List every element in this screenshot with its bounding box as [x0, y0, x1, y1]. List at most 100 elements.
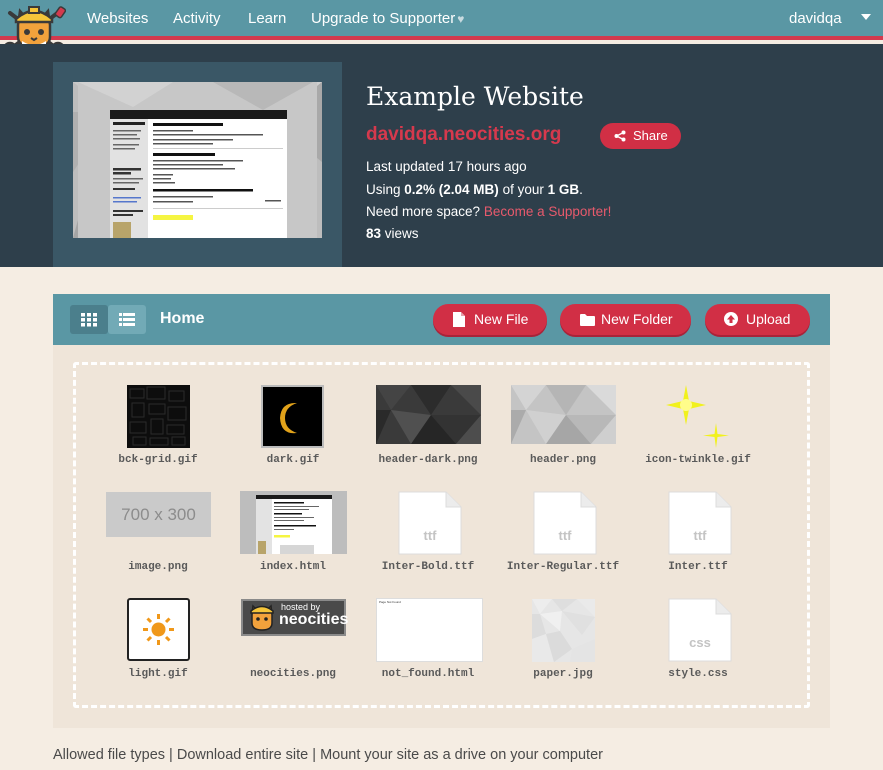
nav-upgrade[interactable]: Upgrade to Supporter ♥	[311, 10, 464, 27]
file-extension: ttf	[693, 528, 707, 543]
file-item[interactable]: hosted by neocities neocities.png	[228, 596, 358, 686]
heart-icon: ♥	[457, 12, 465, 26]
last-updated: Last updated 17 hours ago	[366, 159, 527, 174]
file-name: neocities.png	[250, 668, 336, 680]
grid-icon	[81, 313, 97, 327]
file-manager-toolbar: Home New File New Folder Upload	[53, 294, 830, 345]
file-item[interactable]: ttf Inter-Bold.ttf	[363, 489, 493, 579]
file-name: Inter.ttf	[668, 561, 728, 573]
share-icon	[614, 130, 626, 142]
nav-activity[interactable]: Activity	[173, 10, 221, 27]
more-space: Need more space? Become a Supporter!	[366, 204, 612, 219]
file-thumbnail	[666, 385, 730, 449]
footer-links: Allowed file types | Download entire sit…	[53, 747, 603, 763]
download-site-link[interactable]: Download entire site	[177, 747, 308, 763]
nav-learn[interactable]: Learn	[248, 10, 286, 27]
sun-icon	[143, 614, 174, 645]
file-thumbnail	[127, 385, 190, 448]
site-title: Example Website	[366, 82, 584, 111]
file-name: header.png	[529, 454, 596, 466]
index-page-preview	[240, 491, 347, 554]
file-item[interactable]: icon-twinkle.gif	[633, 382, 763, 472]
dark-header-image	[376, 385, 481, 444]
site-url-link[interactable]: davidqa.neocities.org	[366, 124, 561, 146]
file-name: paper.jpg	[533, 668, 593, 680]
file-thumbnail: Page Not Found	[376, 598, 483, 662]
file-name: light.gif	[128, 668, 188, 680]
mount-drive-link[interactable]: Mount your site as a drive on your compu…	[320, 747, 603, 763]
file-thumbnail	[376, 385, 481, 444]
site-screenshot-card[interactable]	[53, 62, 342, 267]
badge-neocities: neocities	[279, 611, 349, 628]
top-nav: Websites Activity Learn Upgrade to Suppo…	[0, 0, 883, 40]
file-item[interactable]: dark.gif	[228, 382, 358, 472]
css-file-icon: css	[668, 598, 732, 662]
ttf-file-icon: ttf	[668, 491, 732, 555]
neocities-badge-image: hosted by neocities	[241, 599, 349, 636]
file-item[interactable]: Page Not Found not_found.html	[363, 596, 493, 686]
file-name: header-dark.png	[378, 454, 478, 466]
file-thumbnail	[261, 385, 324, 448]
nav-upgrade-label: Upgrade to Supporter	[311, 10, 456, 27]
light-header-image	[511, 385, 616, 444]
file-thumbnail	[127, 598, 190, 661]
file-extension: ttf	[423, 528, 437, 543]
file-extension: ttf	[558, 528, 572, 543]
user-menu[interactable]: davidqa	[789, 10, 842, 27]
chevron-down-icon[interactable]	[861, 14, 871, 20]
file-item[interactable]: paper.jpg	[498, 596, 628, 686]
file-thumbnail	[240, 491, 347, 554]
file-item[interactable]: light.gif	[93, 596, 223, 686]
file-thumbnail	[511, 385, 616, 444]
file-name: bck-grid.gif	[118, 454, 198, 466]
file-item[interactable]: ttf Inter.ttf	[633, 489, 763, 579]
site-header: Example Website davidqa.neocities.org Sh…	[0, 44, 883, 267]
site-screenshot[interactable]	[73, 82, 322, 238]
allowed-file-types-link[interactable]: Allowed file types	[53, 747, 165, 763]
site-preview-image	[73, 82, 322, 238]
file-item[interactable]: 700 x 300 image.png	[93, 489, 223, 579]
file-name: icon-twinkle.gif	[645, 454, 751, 466]
moon-icon	[280, 402, 297, 434]
file-item[interactable]: header.png	[498, 382, 628, 472]
not-found-preview-text: Page Not Found	[379, 600, 401, 604]
file-name: dark.gif	[266, 454, 320, 466]
file-item[interactable]: index.html	[228, 489, 358, 579]
breadcrumb[interactable]: Home	[160, 310, 204, 328]
file-item[interactable]: bck-grid.gif	[93, 382, 223, 472]
file-thumbnail	[532, 599, 595, 662]
storage-usage-value: 0.2% (2.04 MB)	[404, 182, 499, 197]
become-supporter-link[interactable]: Become a Supporter!	[484, 204, 612, 219]
twinkle-star-icon	[666, 385, 729, 448]
grid-pattern-image	[129, 386, 187, 446]
file-item[interactable]: ttf Inter-Regular.ttf	[498, 489, 628, 579]
storage-quota: 1 GB	[547, 182, 580, 197]
file-manager: Home New File New Folder Upload bck-grid…	[53, 294, 830, 728]
file-item[interactable]: css style.css	[633, 596, 763, 686]
file-name: index.html	[259, 561, 326, 573]
paper-texture-image	[532, 599, 595, 662]
ttf-file-icon: ttf	[398, 491, 462, 555]
file-name: Inter-Bold.ttf	[381, 561, 475, 573]
storage-usage: Using 0.2% (2.04 MB) of your 1 GB.	[366, 182, 583, 197]
file-name: not_found.html	[381, 668, 475, 680]
view-count-value: 83	[366, 226, 382, 241]
share-button[interactable]: Share	[600, 123, 681, 149]
file-name: style.css	[668, 668, 728, 680]
list-view-button[interactable]	[108, 305, 146, 334]
grid-view-button[interactable]	[70, 305, 108, 334]
ttf-file-icon: ttf	[533, 491, 597, 555]
upload-button[interactable]: Upload	[705, 304, 810, 335]
new-file-label: New File	[474, 311, 529, 327]
folder-icon	[580, 314, 595, 326]
share-label: Share	[633, 128, 668, 143]
upload-label: Upload	[746, 311, 791, 327]
new-folder-button[interactable]: New Folder	[560, 304, 691, 335]
file-name: Inter-Regular.ttf	[506, 561, 620, 573]
cat-icon	[250, 604, 274, 631]
file-name: image.png	[128, 561, 188, 573]
new-file-button[interactable]: New File	[433, 304, 547, 335]
nav-websites[interactable]: Websites	[87, 10, 148, 27]
upload-icon	[724, 312, 738, 326]
file-item[interactable]: header-dark.png	[363, 382, 493, 472]
